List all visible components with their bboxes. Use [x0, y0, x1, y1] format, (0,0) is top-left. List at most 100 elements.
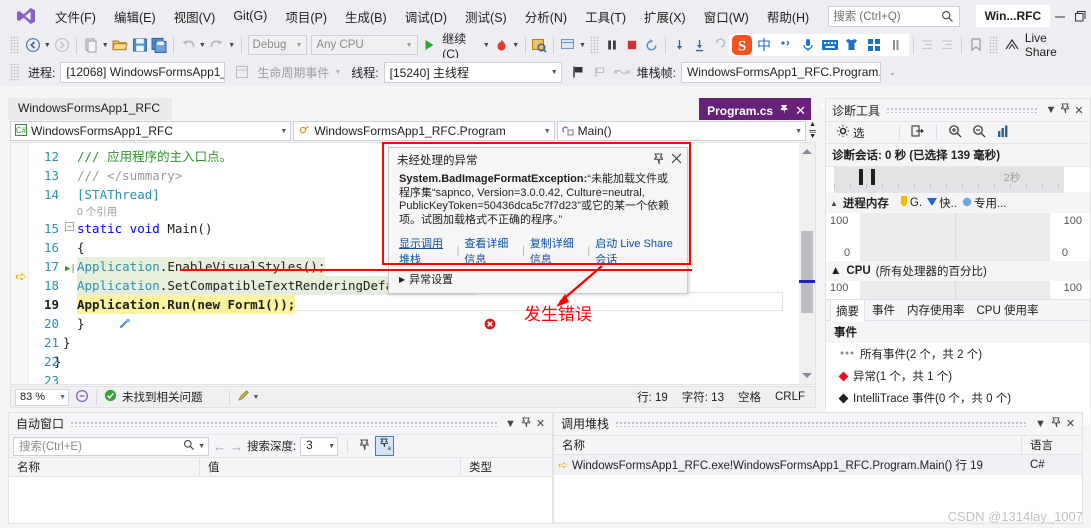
continue-play-icon[interactable]: [420, 34, 440, 56]
chart-button[interactable]: [992, 123, 1014, 143]
list-item[interactable]: IntelliTrace 事件(0 个，共 0 个): [826, 387, 1090, 409]
column-header-value[interactable]: 值: [200, 459, 460, 475]
diagnostic-timeline-ruler[interactable]: 2秒: [826, 166, 1090, 193]
undo-dropdown-icon[interactable]: ▼: [197, 34, 207, 56]
hot-reload-icon[interactable]: [491, 34, 511, 56]
tab-program-cs[interactable]: Program.cs ✕: [699, 98, 811, 120]
menu-item-debug[interactable]: 调试(D): [396, 3, 456, 30]
stop-icon[interactable]: [622, 34, 642, 56]
more-icon[interactable]: [885, 34, 907, 56]
restore-icon[interactable]: [1071, 1, 1091, 31]
autos-search-input[interactable]: 搜索(Ctrl+E) ▼: [13, 436, 209, 456]
close-icon[interactable]: ✕: [533, 417, 548, 430]
step-over-icon[interactable]: [690, 34, 710, 56]
live-share-label[interactable]: Live Share: [1022, 31, 1079, 59]
expander-triangle-icon[interactable]: ▲: [830, 265, 841, 277]
arrow-right-icon[interactable]: →: [230, 439, 243, 454]
open-folder-icon[interactable]: [110, 34, 130, 56]
save-icon[interactable]: [130, 34, 150, 56]
collapse-outline-icon[interactable]: –: [65, 222, 74, 231]
column-header-name[interactable]: 名称: [9, 459, 199, 475]
pin-icon[interactable]: [653, 153, 664, 168]
menu-item-build[interactable]: 生成(B): [336, 3, 396, 30]
menu-item-file[interactable]: 文件(F): [46, 3, 105, 30]
navigate-back-icon[interactable]: [23, 34, 43, 56]
zoom-level-dropdown[interactable]: 83 % ▼: [15, 388, 69, 406]
cpu-header[interactable]: ▲ CPU (所有处理器的百分比): [826, 261, 1090, 281]
link-icon[interactable]: [611, 61, 633, 83]
sogou-ime-icon[interactable]: S: [731, 34, 753, 56]
split-view-icon[interactable]: ▲ ═ ▼: [809, 121, 816, 140]
close-icon[interactable]: ✕: [795, 103, 806, 119]
continue-dropdown-icon[interactable]: ▼: [481, 34, 491, 56]
attach-process-icon[interactable]: [530, 34, 550, 56]
hex-display-icon[interactable]: ab: [375, 436, 395, 456]
menu-item-tools[interactable]: 工具(T): [576, 3, 635, 30]
view-details-link[interactable]: 查看详细信息: [464, 235, 517, 267]
skin-icon[interactable]: [841, 34, 863, 56]
increase-indent-icon[interactable]: [937, 34, 957, 56]
proc-toolbar-grip[interactable]: [10, 63, 20, 81]
toolbar-grip-2[interactable]: [590, 36, 600, 54]
process-dropdown[interactable]: [12068] WindowsFormsApp1_R ▼: [60, 61, 226, 83]
pin-icon[interactable]: [518, 417, 533, 431]
lifecycle-dropdown-icon[interactable]: ▼: [334, 69, 341, 76]
toolbar-grip[interactable]: [10, 36, 19, 54]
search-depth-dropdown[interactable]: 3 ▼: [300, 436, 339, 456]
platform-dropdown[interactable]: Any CPU ▼: [311, 35, 418, 55]
autos-grid-body[interactable]: [9, 477, 552, 523]
punctuation-icon[interactable]: [775, 34, 797, 56]
menu-item-window[interactable]: 窗口(W): [695, 3, 758, 30]
menu-item-extensions[interactable]: 扩展(X): [635, 3, 695, 30]
scroll-down-arrow-icon[interactable]: [802, 373, 812, 378]
navbar-member-dropdown[interactable]: Main() ▼: [556, 121, 807, 141]
flag-gray-icon[interactable]: [589, 61, 611, 83]
show-call-stack-link[interactable]: 显示调用堆栈: [399, 235, 452, 267]
menu-item-edit[interactable]: 编辑(E): [105, 3, 165, 30]
tab-summary[interactable]: 摘要: [830, 298, 865, 322]
restart-icon[interactable]: [641, 34, 661, 56]
exception-helper-popup[interactable]: 未经处理的异常 System.BadImageFormatException:“…: [388, 147, 688, 294]
minimize-icon[interactable]: [1050, 1, 1070, 31]
soft-keyboard-icon[interactable]: [819, 34, 841, 56]
editor-vertical-scrollbar[interactable]: [799, 143, 815, 384]
close-icon[interactable]: ✕: [1063, 417, 1078, 430]
menu-item-test[interactable]: 测试(S): [456, 3, 516, 30]
menu-item-help[interactable]: 帮助(H): [758, 3, 818, 30]
navigate-forward-icon[interactable]: [52, 34, 72, 56]
scroll-up-arrow-icon[interactable]: [802, 149, 812, 154]
quick-search-input[interactable]: 搜索 (Ctrl+Q): [828, 5, 960, 27]
hot-reload-dropdown-icon[interactable]: ▼: [511, 34, 521, 56]
save-all-icon[interactable]: [149, 34, 169, 56]
column-header-name[interactable]: 名称: [554, 437, 1021, 453]
scrollbar-thumb[interactable]: [801, 231, 813, 313]
navigate-back-dropdown-icon[interactable]: ▼: [43, 34, 53, 56]
close-icon[interactable]: [671, 153, 682, 168]
live-share-icon[interactable]: [1002, 34, 1022, 56]
list-item[interactable]: 异常(1 个，共 1 个): [826, 365, 1090, 387]
menu-item-project[interactable]: 项目(P): [276, 3, 336, 30]
pin-icon[interactable]: [779, 104, 789, 118]
table-row[interactable]: ➪ WindowsFormsApp1_RFC.exe!WindowsFormsA…: [554, 455, 1082, 475]
decrease-indent-icon[interactable]: [918, 34, 938, 56]
tab-cpu-usage[interactable]: CPU 使用率: [972, 299, 1044, 321]
chinese-mode-icon[interactable]: 中: [753, 34, 775, 56]
exception-settings-row[interactable]: ▶ 异常设置: [389, 269, 687, 293]
menu-item-git[interactable]: Git(G): [224, 5, 276, 27]
chevron-down-icon[interactable]: ▼: [1033, 418, 1048, 430]
window-layout-dropdown-icon[interactable]: ▼: [578, 34, 588, 56]
build-config-dropdown[interactable]: Debug ▼: [247, 35, 308, 55]
navbar-class-dropdown[interactable]: WindowsFormsApp1_RFC.Program ▼: [293, 121, 555, 141]
pen-dropdown-icon[interactable]: ▼: [253, 394, 260, 401]
zoom-out-button[interactable]: [968, 123, 990, 143]
pin-icon[interactable]: [1048, 417, 1063, 431]
window-layout-icon[interactable]: [558, 34, 578, 56]
tab-events[interactable]: 事件: [867, 299, 900, 321]
feedback-icon[interactable]: [75, 389, 89, 406]
list-item[interactable]: 所有事件(2 个，共 2 个): [826, 343, 1090, 365]
quick-action-icon[interactable]: ▶|: [65, 260, 76, 279]
bookmark-icon[interactable]: [966, 34, 986, 56]
export-button[interactable]: [907, 123, 929, 143]
toolbar-grip-3[interactable]: [989, 36, 999, 54]
redo-dropdown-icon[interactable]: ▼: [227, 34, 237, 56]
